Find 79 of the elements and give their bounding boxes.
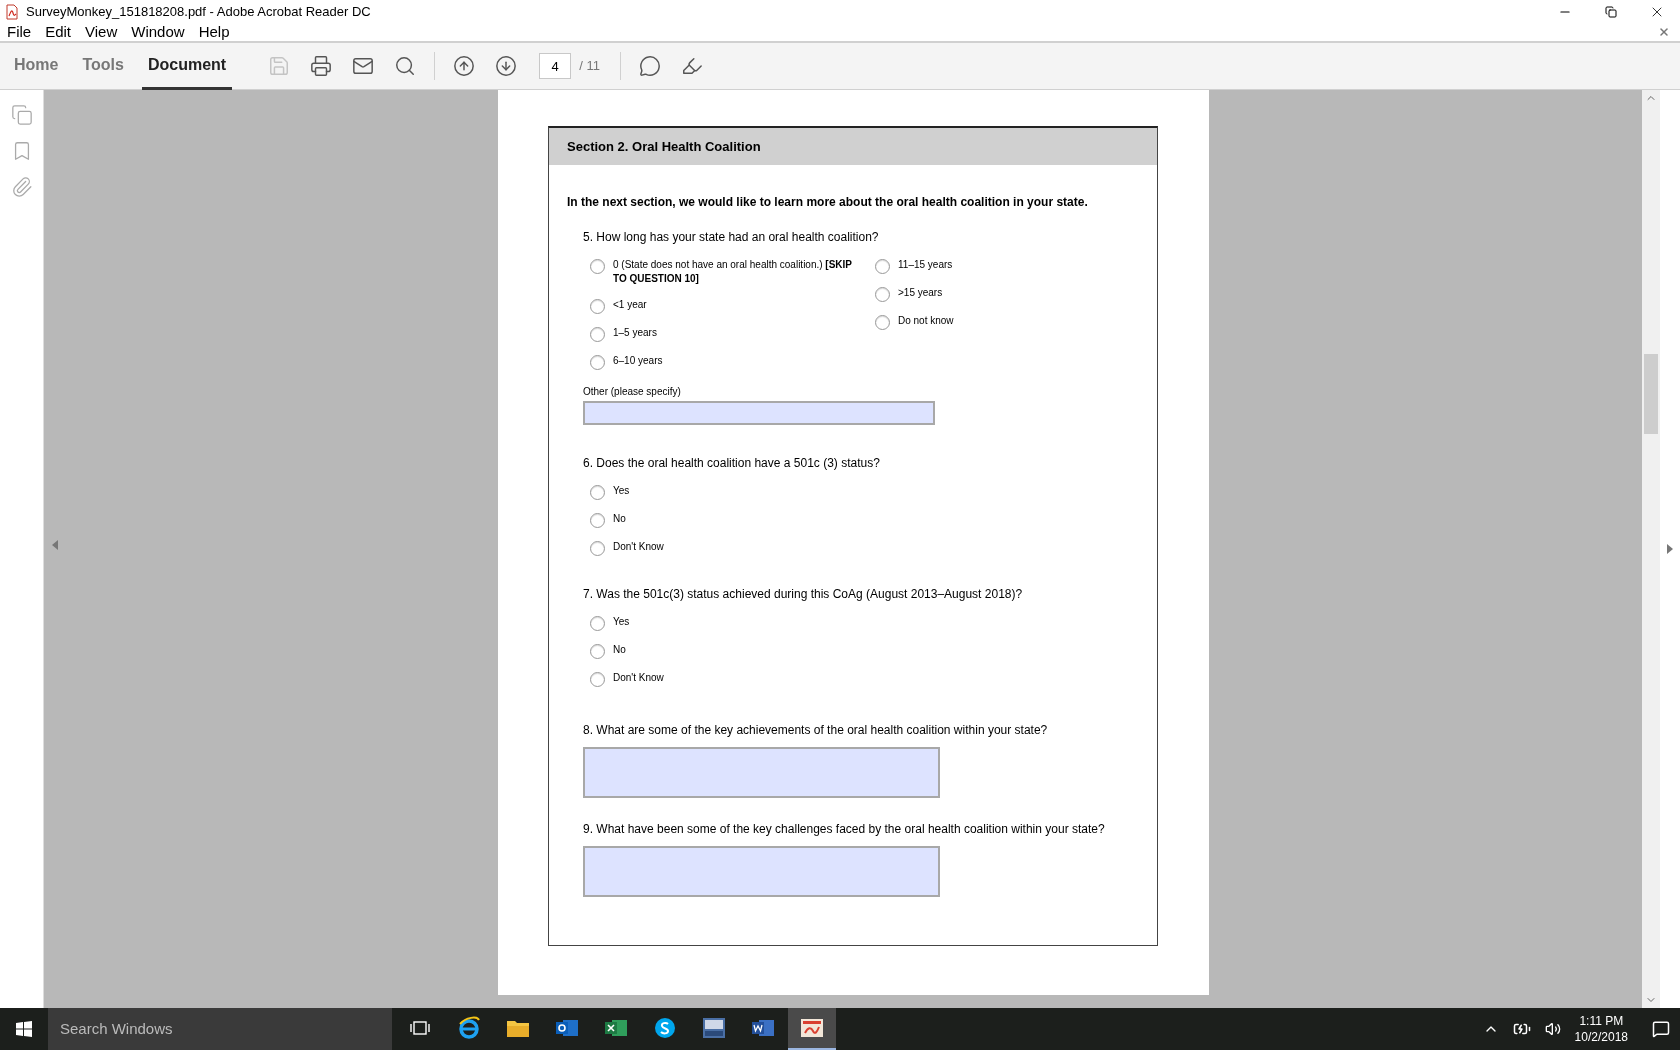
option-label: 1–5 years [613, 326, 657, 340]
question-text: 8. What are some of the key achievements of the oral health coalition within your state? [583, 722, 1049, 739]
mail-icon [352, 55, 375, 77]
save-icon [268, 55, 291, 77]
option-label: Don't Know [613, 540, 664, 554]
radio-button[interactable] [590, 672, 605, 687]
option-label: Do not know [898, 314, 954, 328]
option-label: >15 years [898, 286, 943, 300]
menu-item[interactable]: Edit [38, 23, 79, 40]
mail-app-icon [555, 1017, 579, 1039]
page-count: / 11 [579, 57, 600, 76]
toolbar-tab[interactable]: Home [8, 42, 65, 90]
field-label: Other (please specify) [583, 385, 682, 399]
option-label: Yes [613, 484, 630, 498]
radio-button[interactable] [590, 327, 605, 342]
clock-time[interactable]: 1:11 PM [1579, 1013, 1624, 1029]
section-title: Section 2. Oral Health Coalition [567, 137, 761, 156]
volume-icon[interactable] [1544, 1021, 1561, 1037]
browser-icon [457, 1016, 481, 1040]
radio-button[interactable] [590, 355, 605, 370]
right-collapse-icon[interactable] [1667, 544, 1673, 554]
radio-button[interactable] [875, 315, 890, 330]
pdf-app-icon [800, 1018, 824, 1038]
folder-icon [506, 1018, 530, 1038]
pdf-file-icon [4, 4, 20, 20]
stats-app-icon [702, 1017, 726, 1039]
intro-text: In the next section, we would like to learn more about the oral health coalition in your state. [567, 194, 1089, 211]
comment-icon [638, 55, 661, 77]
option-label: 11–15 years [898, 258, 953, 272]
answer-box[interactable] [583, 846, 940, 897]
menu-item[interactable]: File [0, 23, 39, 40]
search-field[interactable]: Search Windows [48, 1008, 392, 1050]
option-label: <1 year [613, 298, 647, 312]
scroll-thumb[interactable] [1644, 354, 1658, 434]
document-app-icon [751, 1017, 775, 1039]
radio-button[interactable] [875, 287, 890, 302]
spreadsheet-icon [604, 1017, 628, 1039]
chat-app-icon [653, 1016, 677, 1040]
close-document-icon[interactable] [1658, 25, 1670, 38]
restore-icon [1605, 6, 1617, 18]
option-label: 0 (State does not have an oral health coalition.) [SKIP TO QUESTION 10] [613, 258, 853, 286]
attachment-icon[interactable] [10, 176, 33, 198]
question-text: 5. How long has your state had an oral health coalition? [583, 229, 880, 246]
menu-item[interactable]: Window [124, 23, 192, 40]
window-title: SurveyMonkey_151818208.pdf - Adobe Acrobat Reader DC [26, 3, 371, 22]
option-label: Yes [613, 615, 630, 629]
radio-button[interactable] [590, 616, 605, 631]
radio-button[interactable] [590, 259, 605, 274]
option-label: No [613, 643, 626, 657]
radio-button[interactable] [590, 513, 605, 528]
print-icon [310, 55, 333, 77]
menu-item[interactable]: View [78, 23, 125, 40]
option-label: 6–10 years [613, 354, 663, 368]
input-field[interactable] [583, 401, 935, 425]
question-text: 6. Does the oral health coalition have a 501c (3) status? [583, 455, 881, 472]
pages-icon[interactable] [10, 104, 33, 126]
notifications-icon[interactable] [1652, 1020, 1670, 1038]
clock-date[interactable]: 10/2/2018 [1574, 1029, 1628, 1045]
question-text: 9. What have been some of the key challenges faced by the oral health coalition within your state? [583, 821, 1106, 838]
radio-button[interactable] [590, 541, 605, 556]
task-view-icon [410, 1020, 430, 1036]
radio-button[interactable] [590, 299, 605, 314]
left-collapse-icon[interactable] [52, 540, 58, 550]
taskbar-app-button[interactable] [788, 1008, 836, 1050]
windows-logo-icon [16, 1021, 32, 1037]
answer-box[interactable] [583, 747, 940, 798]
scrollbar[interactable] [1642, 90, 1660, 1008]
menu-item[interactable]: Help [191, 23, 237, 40]
radio-button[interactable] [590, 644, 605, 659]
search-placeholder: Search Windows [60, 1018, 173, 1039]
option-label: No [613, 512, 626, 526]
toolbar-tab[interactable]: Tools [76, 42, 130, 90]
search-icon [394, 55, 417, 77]
question-text: 7. Was the 501c(3) status achieved during this CoAg (August 2013–August 2018)? [583, 586, 1024, 603]
radio-button[interactable] [875, 259, 890, 274]
page-number-field[interactable]: 4 [539, 53, 572, 79]
highlighter-icon [680, 55, 703, 77]
radio-button[interactable] [590, 485, 605, 500]
option-label: Don't Know [613, 671, 664, 685]
